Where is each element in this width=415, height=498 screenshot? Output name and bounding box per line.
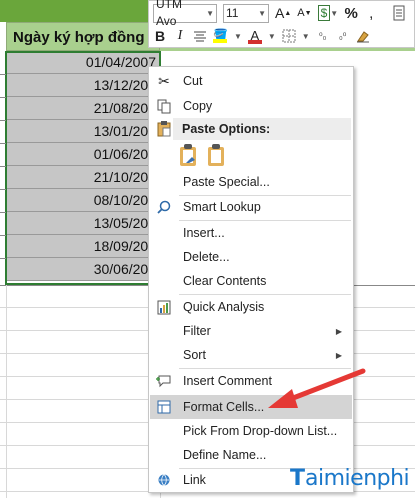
paste-options-label: Paste Options: xyxy=(173,118,351,140)
watermark-letter: T xyxy=(290,465,306,491)
quick-analysis-icon xyxy=(154,297,174,317)
chevron-down-icon: ▼ xyxy=(258,8,266,18)
paste-options-icons xyxy=(179,144,225,166)
link-icon xyxy=(154,470,174,490)
chevron-down-icon[interactable]: ▼ xyxy=(268,32,276,41)
chevron-down-icon: ▼ xyxy=(330,8,339,18)
submenu-arrow-icon: ▶ xyxy=(335,326,342,336)
italic-button[interactable]: I xyxy=(173,27,187,45)
row-tick xyxy=(0,235,6,236)
watermark-logo: T aimienphi xyxy=(290,458,415,498)
shrink-font-button[interactable]: A ▼ xyxy=(297,4,311,22)
menu-item-label: Sort xyxy=(183,348,206,362)
mini-toolbar: UTM Avo ▼ 11 ▼ A▲ A▼ $▼ % , B I 🪣 ▼ A xyxy=(148,0,415,48)
menu-item-copy[interactable]: Copy xyxy=(150,94,352,118)
menu-item-sort[interactable]: Sort ▶ xyxy=(150,343,352,367)
menu-item-quick-analysis[interactable]: Quick Analysis xyxy=(150,295,352,319)
menu-item-label: Insert Comment xyxy=(183,374,272,388)
menu-item-label: Pick From Drop-down List... xyxy=(183,424,338,438)
paste-formatting-icon[interactable] xyxy=(179,144,197,166)
grow-font-button[interactable]: A ▲ xyxy=(275,4,291,22)
chevron-down-icon: ▼ xyxy=(206,8,214,18)
row-tick xyxy=(0,212,6,213)
menu-item-paste-special[interactable]: Paste Special... xyxy=(150,170,352,194)
date-cell[interactable]: 13/05/201 xyxy=(6,212,160,235)
smart-lookup-icon xyxy=(154,197,174,217)
column-header-cell[interactable]: Ngày ký hợp đồng xyxy=(6,22,160,51)
menu-item-delete[interactable]: Delete... xyxy=(150,245,352,269)
chevron-down-icon[interactable]: ▼ xyxy=(234,32,242,41)
increase-decimal-icon[interactable]: ⁰₀ xyxy=(316,27,330,45)
currency-icon: $ xyxy=(317,5,331,21)
date-cell[interactable]: 30/06/201 xyxy=(6,258,160,281)
menu-item-label: Quick Analysis xyxy=(183,300,265,314)
menu-item-label: Paste Special... xyxy=(183,175,270,189)
shrink-font-label: A xyxy=(297,7,305,19)
menu-item-label: Delete... xyxy=(183,250,230,264)
submenu-arrow-icon: ▶ xyxy=(335,350,342,360)
row-tick xyxy=(0,166,6,167)
comma-label: , xyxy=(369,4,374,22)
menu-item-format-cells[interactable]: Format Cells... xyxy=(150,395,352,419)
row-tick xyxy=(0,74,6,75)
bold-button[interactable]: B xyxy=(153,27,167,45)
grow-font-label: A xyxy=(275,5,285,21)
gridline xyxy=(6,285,7,498)
row-tick xyxy=(0,120,6,121)
date-cell[interactable]: 18/09/201 xyxy=(6,235,160,258)
paste-icon xyxy=(154,119,174,139)
row-tick xyxy=(0,97,6,98)
menu-item-label: Cut xyxy=(183,74,203,88)
menu-item-insert[interactable]: Insert... xyxy=(150,221,352,245)
align-center-icon[interactable] xyxy=(193,27,207,45)
font-size-box[interactable]: 11 ▼ xyxy=(223,3,269,23)
fill-color-bar xyxy=(213,39,228,43)
insert-comment-icon xyxy=(154,371,174,391)
date-cell[interactable]: 13/01/201 xyxy=(6,120,160,143)
menu-item-label: Clear Contents xyxy=(183,274,267,288)
decrease-decimal-icon[interactable]: ₀⁰ xyxy=(336,27,350,45)
menu-item-pick-from-drop-down[interactable]: Pick From Drop-down List... xyxy=(150,419,352,443)
menu-item-insert-comment[interactable]: Insert Comment xyxy=(150,369,352,393)
font-color-bar xyxy=(247,39,262,44)
menu-item-clear-contents[interactable]: Clear Contents xyxy=(150,269,352,293)
paste-values-icon[interactable] xyxy=(207,144,225,166)
menu-item-label: Insert... xyxy=(183,226,225,240)
percent-style-button[interactable]: % xyxy=(344,4,358,22)
context-menu: ✂ Cut Copy Paste Options: Paste Special.… xyxy=(148,66,354,493)
date-cell[interactable]: 21/08/200 xyxy=(6,97,160,120)
menu-item-filter[interactable]: Filter ▶ xyxy=(150,319,352,343)
menu-item-label: Smart Lookup xyxy=(183,200,261,214)
date-cell[interactable]: 01/04/2007 xyxy=(6,51,160,74)
fill-color-button[interactable]: 🪣 xyxy=(213,27,228,45)
comma-style-button[interactable]: , xyxy=(364,4,378,22)
menu-item-smart-lookup[interactable]: Smart Lookup xyxy=(150,195,352,219)
menu-item-label: Format Cells... xyxy=(183,400,265,414)
accounting-format-button[interactable]: $ ▼ xyxy=(317,4,339,22)
font-name-box[interactable]: UTM Avo ▼ xyxy=(153,0,217,28)
row-tick xyxy=(0,258,6,259)
format-cells-icon xyxy=(154,397,174,417)
menu-item-label: Link xyxy=(183,473,206,487)
date-cell[interactable]: 01/06/201 xyxy=(6,143,160,166)
row-tick xyxy=(0,189,6,190)
borders-icon[interactable] xyxy=(282,27,296,45)
font-color-button[interactable]: A xyxy=(247,27,262,45)
menu-item-cut[interactable]: ✂ Cut xyxy=(150,69,352,93)
date-cell[interactable]: 08/10/201 xyxy=(6,189,160,212)
clear-format-icon[interactable] xyxy=(356,27,370,45)
chevron-down-icon[interactable]: ▼ xyxy=(302,32,310,41)
menu-item-label: Copy xyxy=(183,99,213,113)
format-painter-icon[interactable] xyxy=(392,4,406,22)
scissors-icon: ✂ xyxy=(158,72,170,89)
menu-item-label: Define Name... xyxy=(183,448,267,462)
row-tick xyxy=(0,143,6,144)
date-cell[interactable]: 13/12/200 xyxy=(6,74,160,97)
date-cell[interactable]: 21/10/201 xyxy=(6,166,160,189)
watermark-text: aimienphi xyxy=(305,465,410,491)
copy-icon xyxy=(154,96,174,116)
menu-item-label: Filter xyxy=(183,324,211,338)
font-size: 11 xyxy=(226,5,239,20)
